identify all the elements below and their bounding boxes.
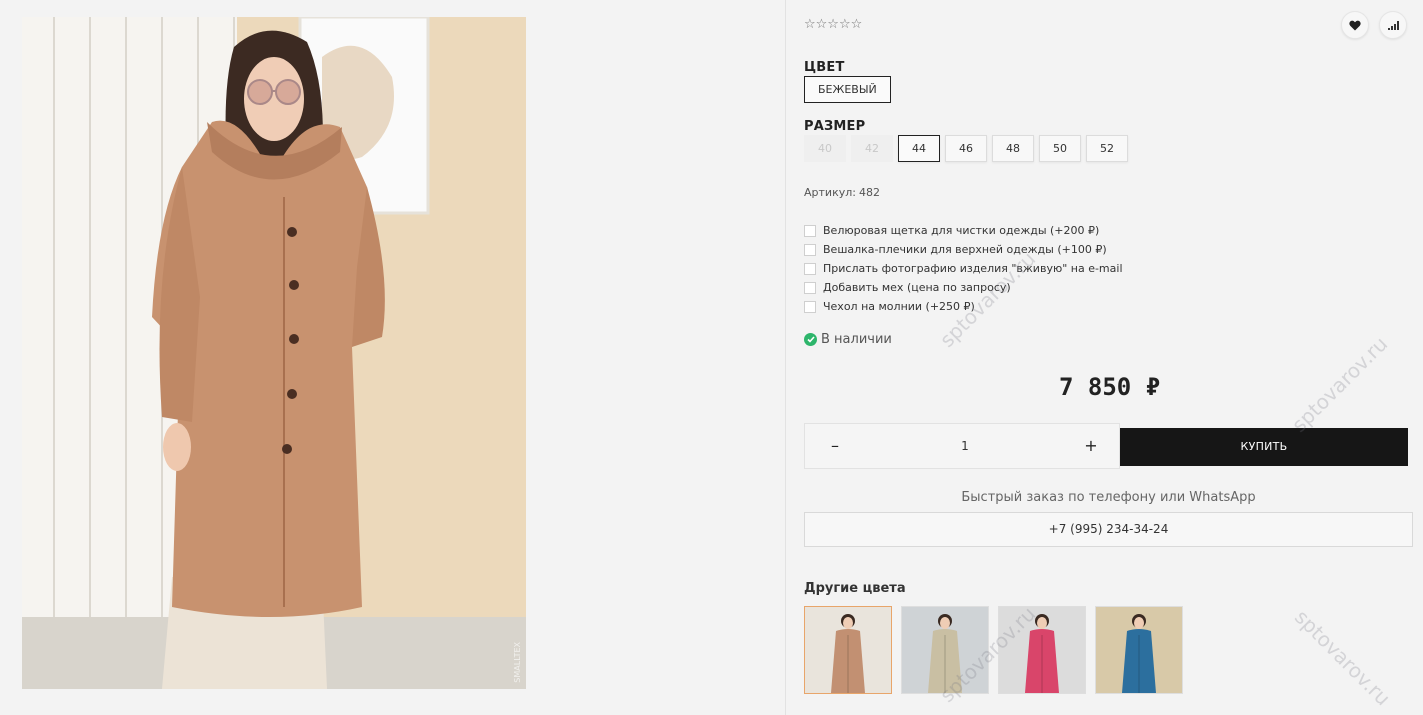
option-label: Чехол на молнии (+250 ₽) — [823, 300, 975, 313]
option-checkbox[interactable] — [804, 262, 816, 275]
wishlist-button[interactable] — [1341, 11, 1369, 39]
size-option[interactable]: 48 — [992, 135, 1034, 162]
extra-option[interactable]: Велюровая щетка для чистки одежды (+200 … — [804, 221, 1123, 240]
other-colors-label: Другие цвета — [804, 581, 906, 596]
heart-icon — [1349, 20, 1361, 30]
product-main-photo[interactable]: SMALLTEX — [22, 17, 526, 689]
extra-options-list: Велюровая щетка для чистки одежды (+200 … — [804, 221, 1123, 316]
option-label: Вешалка-плечики для верхней одежды (+100… — [823, 243, 1107, 256]
option-label: Прислать фотографию изделия "вживую" на … — [823, 262, 1123, 275]
thumbnail-image — [1096, 607, 1182, 693]
watermark: sptovarov.ru — [1290, 605, 1396, 711]
size-option[interactable]: 50 — [1039, 135, 1081, 162]
color-thumbnail-beige[interactable] — [804, 606, 892, 694]
option-checkbox[interactable] — [804, 224, 816, 237]
quantity-input[interactable]: 1 — [945, 424, 985, 468]
size-option: 40 — [804, 135, 846, 162]
size-option[interactable]: 52 — [1086, 135, 1128, 162]
color-label: ЦВЕТ — [804, 60, 845, 75]
product-info-panel: ☆☆☆☆☆ ЦВЕТ БЕЖЕВЫЙ РАЗМЕР 40 42 44 46 48… — [787, 0, 1423, 715]
option-checkbox[interactable] — [804, 300, 816, 313]
sku-value: 482 — [858, 186, 880, 199]
thumbnail-image — [805, 607, 891, 693]
size-option: 42 — [851, 135, 893, 162]
color-thumbnail-blue[interactable] — [1095, 606, 1183, 694]
rating-stars[interactable]: ☆☆☆☆☆ — [804, 17, 862, 32]
stock-status: В наличии — [804, 332, 892, 347]
product-gallery: SMALLTEX — [0, 0, 786, 715]
photo-brand-mark: SMALLTEX — [513, 642, 522, 683]
product-price: 7 850 ₽ — [1059, 373, 1161, 401]
size-option[interactable]: 46 — [945, 135, 987, 162]
quantity-stepper: – 1 + — [804, 423, 1120, 469]
compare-button[interactable] — [1379, 11, 1407, 39]
extra-option[interactable]: Вешалка-плечики для верхней одежды (+100… — [804, 240, 1123, 259]
phone-order-button[interactable]: +7 (995) 234-34-24 — [804, 512, 1413, 547]
quick-order-caption: Быстрый заказ по телефону или WhatsApp — [961, 490, 1256, 505]
extra-option[interactable]: Добавить мех (цена по запросу) — [804, 278, 1123, 297]
quantity-decrease-button[interactable]: – — [815, 424, 855, 468]
option-checkbox[interactable] — [804, 243, 816, 256]
coat-photo-illustration — [22, 17, 526, 689]
option-checkbox[interactable] — [804, 281, 816, 294]
watermark: sptovarov.ru — [1287, 331, 1393, 437]
check-circle-icon — [804, 333, 817, 346]
option-label: Велюровая щетка для чистки одежды (+200 … — [823, 224, 1100, 237]
size-label: РАЗМЕР — [804, 119, 866, 134]
bars-icon — [1387, 20, 1399, 30]
sku-label: Артикул: — [804, 186, 856, 199]
extra-option[interactable]: Прислать фотографию изделия "вживую" на … — [804, 259, 1123, 278]
size-option[interactable]: 44 — [898, 135, 940, 162]
size-selector: 40 42 44 46 48 50 52 — [804, 135, 1128, 162]
stock-label: В наличии — [821, 332, 892, 347]
color-option-selected[interactable]: БЕЖЕВЫЙ — [804, 76, 891, 103]
quantity-increase-button[interactable]: + — [1071, 424, 1111, 468]
buy-button[interactable]: КУПИТЬ — [1120, 428, 1408, 466]
sku: Артикул: 482 — [804, 186, 880, 199]
